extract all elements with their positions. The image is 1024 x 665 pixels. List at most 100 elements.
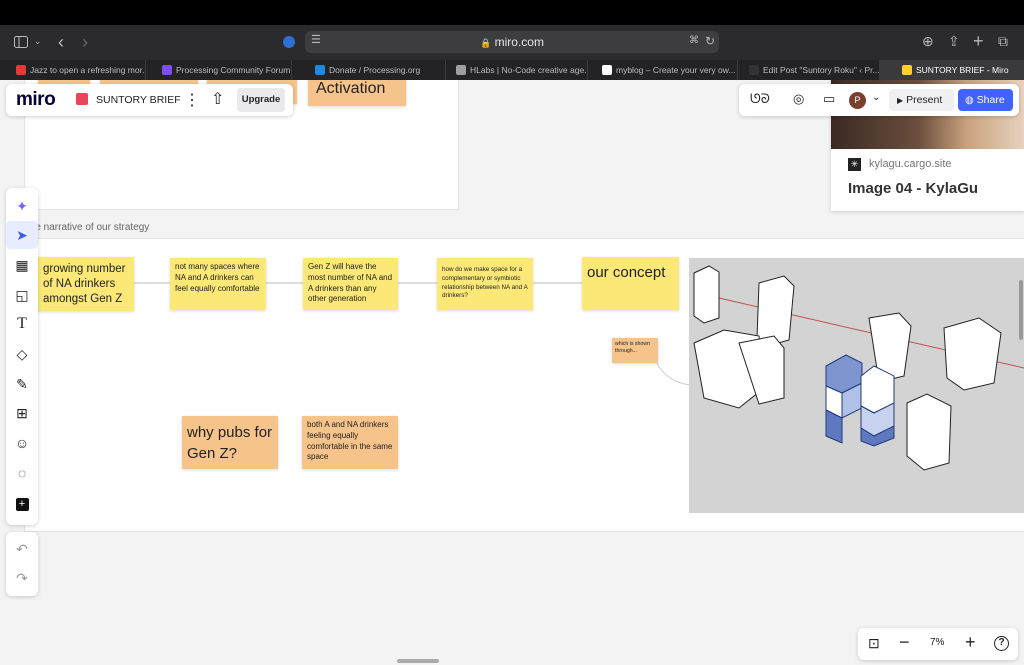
miro-logo[interactable]: miro <box>16 89 56 111</box>
tab-favicon <box>602 65 612 75</box>
sticky-text: Gen Z will have the most number of NA an… <box>308 262 393 304</box>
reload-icon[interactable]: ↻ <box>705 35 715 47</box>
redo-icon[interactable]: ↷ <box>6 564 38 592</box>
collab-toolbar: ᘎᘐ ◎ ▭ P ⌄ ▶ Present ◍ Share <box>739 84 1019 116</box>
tab-favicon <box>315 65 325 75</box>
browser-tab-active[interactable]: SUNTORY BRIEF - Miro <box>880 60 1024 80</box>
present-label: Present <box>906 94 943 106</box>
browser-tab[interactable]: myblog – Create your very ow... <box>598 60 738 80</box>
3d-model-drawing <box>693 265 1024 471</box>
globe-icon: ◍ <box>965 95 974 106</box>
undo-icon[interactable]: ↶ <box>6 535 38 563</box>
templates-icon[interactable]: ▦ <box>6 251 38 279</box>
chevron-down-icon[interactable]: ⌄ <box>34 37 42 46</box>
select-tool-icon[interactable]: ➤ <box>6 221 38 249</box>
board-canvas[interactable]: Activation ✳ kylagu.cargo.site Image 04 … <box>0 80 1024 665</box>
more-menu-icon[interactable]: ⋮ <box>184 90 200 110</box>
sticky-note[interactable]: how do we make space for a complementary… <box>437 258 533 310</box>
export-icon[interactable]: ⇧ <box>211 89 224 109</box>
sticky-text: how do we make space for a complementary… <box>442 266 528 300</box>
fit-screen-icon[interactable]: ⊡ <box>868 635 880 652</box>
home-indicator <box>397 659 439 663</box>
tab-label: myblog – Create your very ow... <box>616 65 736 75</box>
tab-label: SUNTORY BRIEF - Miro <box>916 65 1009 75</box>
reactions-icon[interactable]: ᘎᘐ <box>750 91 770 107</box>
frame-tool-icon[interactable]: ⊞ <box>6 399 38 427</box>
ai-sparkle-icon[interactable]: ✦ <box>6 192 38 220</box>
tab-favicon <box>456 65 466 75</box>
tab-favicon <box>902 65 912 75</box>
tab-favicon <box>162 65 172 75</box>
browser-tab[interactable]: Edit Post "Suntory Roku" ‹ Pr... <box>745 60 880 80</box>
tab-label: Donate / Processing.org <box>329 65 421 75</box>
tab-strip: Jazz to open a refreshing mor... Process… <box>0 60 1024 80</box>
plus-icon[interactable]: + <box>973 32 984 50</box>
avatar[interactable]: P <box>849 92 866 109</box>
present-button[interactable]: ▶ Present <box>889 89 954 111</box>
share-icon[interactable]: ⇪ <box>948 34 960 48</box>
board-icon <box>76 93 88 105</box>
zoom-out-icon[interactable]: − <box>899 632 910 653</box>
download-icon[interactable]: ⊕ <box>922 34 934 48</box>
sticky-text: growing number of NA drinkers amongst Ge… <box>43 263 126 305</box>
browser-tab[interactable]: Donate / Processing.org <box>311 60 446 80</box>
browser-tab[interactable]: Jazz to open a refreshing mor... <box>12 60 146 80</box>
sticky-note[interactable]: our concept <box>582 257 679 310</box>
avatar-initial: P <box>854 95 861 105</box>
pen-tool-icon[interactable]: ✎ <box>6 370 38 398</box>
sticky-text: why pubs for Gen Z? <box>187 424 273 462</box>
help-icon[interactable]: ? <box>994 636 1009 651</box>
tab-label: Jazz to open a refreshing mor... <box>30 65 146 75</box>
sidebar-icon[interactable] <box>14 36 28 48</box>
tabs-icon[interactable]: ⧉ <box>998 34 1008 48</box>
address-bar[interactable]: ☰ 🔒 miro.com ⌘ ↻ <box>305 31 719 53</box>
tab-favicon <box>16 65 26 75</box>
browser-tab[interactable]: Processing Community Forum <box>158 60 292 80</box>
sticky-note[interactable]: growing number of NA drinkers amongst Ge… <box>37 257 134 311</box>
sticky-text: both A and NA drinkers feeling equally c… <box>307 420 393 462</box>
upgrade-label: Upgrade <box>241 94 281 105</box>
comments-icon[interactable]: ◎ <box>793 91 804 107</box>
share-button[interactable]: ◍ Share <box>958 89 1013 111</box>
browser-tab[interactable]: HLabs | No-Code creative age... <box>452 60 588 80</box>
board-header: miro SUNTORY BRIEF ⋮ ⇧ Upgrade <box>6 84 293 116</box>
sticky-note[interactable]: why pubs for Gen Z? <box>182 416 278 469</box>
tab-label: Edit Post "Suntory Roku" ‹ Pr... <box>763 65 880 75</box>
share-label: Share <box>976 94 1005 106</box>
zoom-in-icon[interactable]: + <box>965 632 976 653</box>
browser-chrome: ⌄ ‹ › ☰ 🔒 miro.com ⌘ ↻ ⊕ ⇪ + ⧉ Jazz to o… <box>0 25 1024 80</box>
sticky-text: which is shown through... <box>615 341 650 355</box>
chevron-left-icon[interactable]: ‹ <box>58 33 64 51</box>
lock-icon: 🔒 <box>480 38 492 48</box>
board-name[interactable]: SUNTORY BRIEF <box>96 94 181 106</box>
chevron-right-icon[interactable]: › <box>82 33 88 51</box>
privacy-shield-icon[interactable] <box>283 36 295 48</box>
zoom-level[interactable]: 7% <box>930 637 944 648</box>
os-top-bar <box>0 0 1024 25</box>
text-tool-icon[interactable]: T <box>6 310 38 338</box>
translate-icon[interactable]: ⌘ <box>689 36 699 46</box>
left-toolbar: ✦ ➤ ▦ ◱ T ◇ ✎ ⊞ ☺ ◌ + <box>6 188 38 525</box>
more-tools-icon[interactable]: + <box>6 488 38 516</box>
sticky-note[interactable]: which is shown through... <box>612 338 658 363</box>
chevron-down-icon[interactable]: ⌄ <box>872 92 880 103</box>
sticky-note[interactable]: Gen Z will have the most number of NA an… <box>303 258 398 310</box>
tab-label: HLabs | No-Code creative age... <box>470 65 588 75</box>
sticky-note-tool-icon[interactable]: ◱ <box>6 281 38 309</box>
shapes-tool-icon[interactable]: ◇ <box>6 340 38 368</box>
sticky-note[interactable]: not many spaces where NA and A drinkers … <box>170 258 266 310</box>
sticky-note[interactable]: both A and NA drinkers feeling equally c… <box>302 416 398 469</box>
url-text: miro.com <box>494 35 544 49</box>
tab-favicon <box>749 65 759 75</box>
zoom-controls: ⊡ − 7% + ? <box>858 628 1018 660</box>
tab-label: Processing Community Forum <box>176 65 291 75</box>
undo-redo-panel: ↶ ↷ <box>6 532 38 596</box>
sticky-text: not many spaces where NA and A drinkers … <box>175 262 260 293</box>
upgrade-button[interactable]: Upgrade <box>237 88 285 112</box>
3d-model-image[interactable] <box>689 258 1024 513</box>
comment-tool-icon[interactable]: ◌ <box>6 459 38 487</box>
stickers-icon[interactable]: ☺ <box>6 429 38 457</box>
play-icon: ▶ <box>897 96 904 105</box>
scrollbar[interactable] <box>1019 280 1023 340</box>
video-call-icon[interactable]: ▭ <box>823 91 835 107</box>
